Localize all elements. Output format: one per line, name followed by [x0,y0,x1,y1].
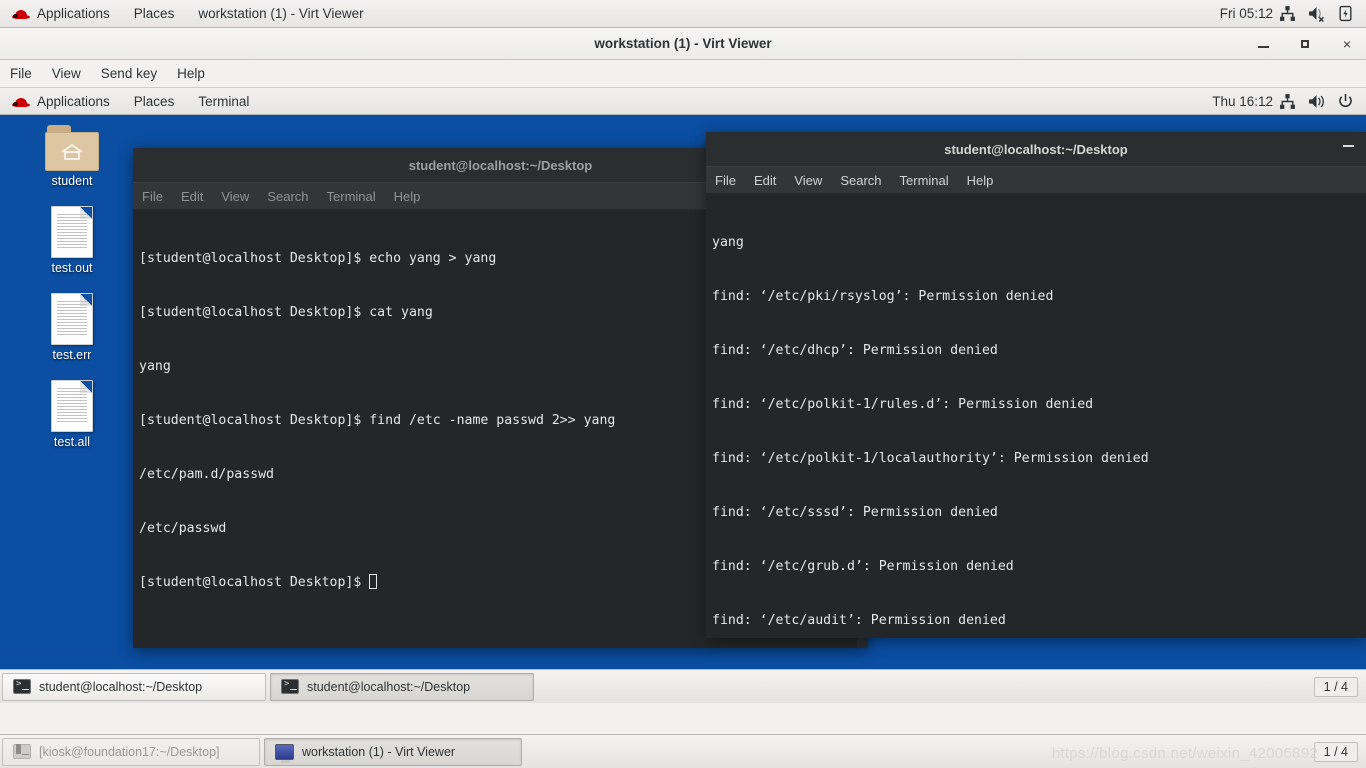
taskbar-button-terminal-2[interactable]: student@localhost:~/Desktop [270,672,534,701]
menu-send-key[interactable]: Send key [91,60,167,88]
virt-viewer-minimize-button[interactable] [1250,31,1276,57]
virt-viewer-window: workstation (1) - Virt Viewer × File Vie… [0,28,1366,768]
vim-line: find: ‘/etc/grub.d’: Permission denied [712,559,1014,574]
battery-icon[interactable] [1337,5,1354,22]
guest-applications-menu[interactable]: Applications [0,87,122,115]
terminal-left-title: student@localhost:~/Desktop [408,157,593,173]
document-icon [51,293,93,345]
desktop-icon-label: test.all [53,435,91,449]
vim-line: find: ‘/etc/sssd’: Permission denied [712,505,998,520]
host-applications-menu[interactable]: Applications [0,0,122,28]
terminal-right-title: student@localhost:~/Desktop [944,141,1128,157]
vim-line: yang [712,235,744,250]
guest-top-panel: Applications Places Terminal Thu 16:12 [0,88,1366,115]
host-applications-label: Applications [37,6,110,21]
vim-line: find: ‘/etc/audit’: Permission denied [712,613,1006,628]
vim-line: find: ‘/etc/polkit-1/localauthority’: Pe… [712,451,1149,466]
taskbar-button-label: student@localhost:~/Desktop [39,679,203,694]
guest-terminal-menu[interactable]: Terminal [186,87,261,115]
terminal-right-menubar: File Edit View Search Terminal Help [706,166,1366,194]
network-icon[interactable] [1279,93,1296,110]
host-window-title[interactable]: workstation (1) - Virt Viewer [186,0,375,28]
terminal-prompt: [student@localhost Desktop]$ [139,575,370,590]
terminal-left-menu-terminal[interactable]: Terminal [318,182,385,210]
guest-places-menu[interactable]: Places [122,87,187,115]
terminal-window-right[interactable]: student@localhost:~/Desktop File Edit Vi… [706,132,1366,638]
virt-viewer-title: workstation (1) - Virt Viewer [594,36,772,51]
virt-viewer-close-button[interactable]: × [1334,31,1360,57]
terminal-left-menu-search[interactable]: Search [258,182,317,210]
host-clock[interactable]: Fri 05:12 [1214,6,1279,21]
host-system-tray [1279,5,1366,22]
menu-help[interactable]: Help [167,60,215,88]
virt-viewer-titlebar[interactable]: workstation (1) - Virt Viewer × [0,28,1366,60]
terminal-right-output[interactable]: yang find: ‘/etc/pki/rsyslog’: Permissio… [706,194,1366,638]
taskbar-button-terminal-1[interactable]: student@localhost:~/Desktop [2,672,266,701]
document-icon [51,206,93,258]
minimize-icon[interactable] [1343,145,1354,147]
virt-viewer-window-buttons: × [1250,31,1360,57]
host-taskbar-button-virt-viewer[interactable]: workstation (1) - Virt Viewer [264,737,522,766]
menu-view[interactable]: View [42,60,91,88]
document-icon [51,380,93,432]
vim-line: find: ‘/etc/dhcp’: Permission denied [712,343,998,358]
network-icon[interactable] [1279,5,1296,22]
vim-line: find: ‘/etc/pki/rsyslog’: Permission den… [712,289,1054,304]
host-window-title-label: workstation (1) - Virt Viewer [198,6,364,21]
virt-viewer-icon [275,743,294,763]
host-taskbar-button-label: workstation (1) - Virt Viewer [302,744,456,759]
host-taskbar-button-kiosk-terminal[interactable]: [kiosk@foundation17:~/Desktop] [2,737,260,766]
terminal-right-menu-file[interactable]: File [706,166,745,194]
terminal-icon [13,744,31,759]
virt-viewer-menubar: File View Send key Help [0,60,1366,88]
screen: Applications Places workstation (1) - Vi… [0,0,1366,768]
guest-terminal-label: Terminal [198,93,250,109]
host-taskbar: [kiosk@foundation17:~/Desktop] workstati… [0,734,1366,768]
volume-icon[interactable] [1308,93,1325,110]
guest-desktop: student test.out test.err test.all stude… [0,115,1366,669]
terminal-right-menu-search[interactable]: Search [831,166,890,194]
vim-line: find: ‘/etc/polkit-1/rules.d’: Permissio… [712,397,1094,412]
host-places-label: Places [133,6,175,21]
terminal-right-menu-help[interactable]: Help [958,166,1003,194]
terminal-icon [281,679,299,694]
terminal-right-menu-edit[interactable]: Edit [745,166,785,194]
desktop-icon-test-all[interactable]: test.all [32,380,112,449]
redhat-logo-icon [12,95,30,108]
menu-file[interactable]: File [0,60,42,88]
redhat-logo-icon [12,7,30,20]
terminal-right-menu-terminal[interactable]: Terminal [891,166,958,194]
guest-taskbar: student@localhost:~/Desktop student@loca… [0,669,1366,703]
desktop-icon-student[interactable]: student [32,125,112,188]
guest-workspace-pager[interactable]: 1 / 4 [1313,676,1358,697]
taskbar-button-label: student@localhost:~/Desktop [307,679,471,694]
host-workspace-pager[interactable]: 1 / 4 [1313,741,1358,762]
host-places-menu[interactable]: Places [122,0,187,28]
guest-applications-label: Applications [37,93,110,109]
virt-viewer-maximize-button[interactable] [1292,31,1318,57]
desktop-icon-label: test.out [51,261,93,275]
folder-icon [45,125,99,171]
terminal-right-titlebar[interactable]: student@localhost:~/Desktop [706,132,1366,166]
host-taskbar-button-label: [kiosk@foundation17:~/Desktop] [39,744,220,759]
desktop-icon-column: student test.out test.err test.all [32,125,112,467]
terminal-left-menu-edit[interactable]: Edit [172,182,212,210]
desktop-icon-test-err[interactable]: test.err [32,293,112,362]
text-cursor [369,574,378,589]
desktop-icon-label: test.err [52,348,92,362]
terminal-left-menu-view[interactable]: View [212,182,258,210]
guest-clock[interactable]: Thu 16:12 [1206,94,1279,109]
guest-system-tray [1279,93,1366,110]
terminal-left-menu-help[interactable]: Help [385,182,430,210]
home-icon [61,144,83,160]
host-top-panel: Applications Places workstation (1) - Vi… [0,0,1366,28]
terminal-right-menu-view[interactable]: View [785,166,831,194]
guest-places-label: Places [133,93,175,109]
desktop-icon-test-out[interactable]: test.out [32,206,112,275]
power-icon[interactable] [1337,93,1354,110]
volume-muted-icon[interactable] [1308,5,1325,22]
terminal-icon [13,679,31,694]
desktop-icon-label: student [51,174,93,188]
terminal-left-menu-file[interactable]: File [133,182,172,210]
